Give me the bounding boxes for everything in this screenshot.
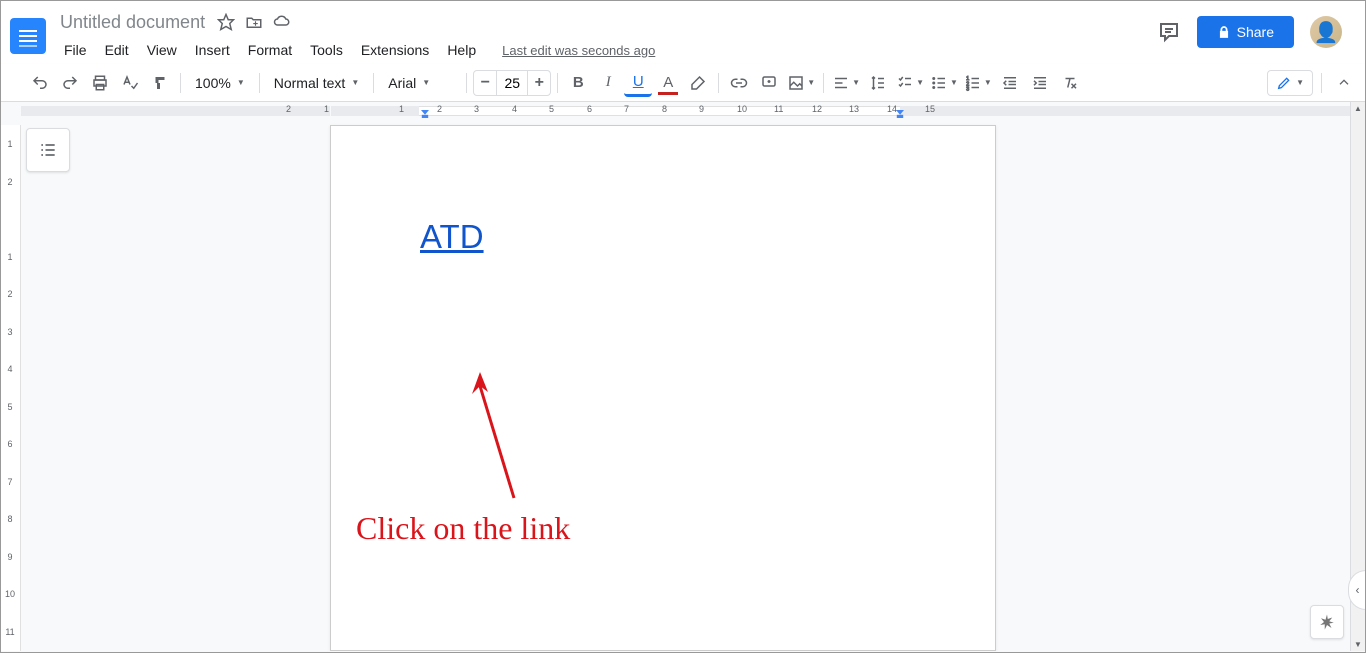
document-page[interactable]: ATD: [330, 125, 996, 651]
comment-button[interactable]: [755, 69, 783, 97]
vertical-ruler[interactable]: 1 2 1 2 3 4 5 6 7 8 9 10 11: [0, 125, 21, 651]
explore-button[interactable]: [1310, 605, 1344, 639]
menu-tools[interactable]: Tools: [302, 38, 351, 62]
line-spacing-button[interactable]: [864, 69, 892, 97]
document-title[interactable]: Untitled document: [56, 10, 209, 35]
menu-extensions[interactable]: Extensions: [353, 38, 437, 62]
highlight-button[interactable]: [684, 69, 712, 97]
spellcheck-button[interactable]: [116, 69, 144, 97]
outdent-button[interactable]: [996, 69, 1024, 97]
font-select[interactable]: Arial ▼: [380, 69, 460, 97]
zoom-select[interactable]: 100% ▼: [187, 69, 253, 97]
editing-mode-button[interactable]: ▼: [1267, 70, 1313, 96]
avatar[interactable]: 👤: [1310, 16, 1342, 48]
hide-menus-button[interactable]: [1330, 69, 1358, 97]
menu-file[interactable]: File: [56, 38, 95, 62]
chevron-down-icon: ▼: [422, 78, 430, 87]
undo-button[interactable]: [26, 69, 54, 97]
underline-button[interactable]: U: [624, 69, 652, 97]
paint-format-button[interactable]: [146, 69, 174, 97]
zoom-value: 100%: [195, 75, 231, 91]
chevron-down-icon: ▼: [351, 78, 359, 87]
font-size-decrease[interactable]: −: [474, 71, 496, 95]
pencil-icon: [1276, 75, 1292, 91]
docs-logo-icon[interactable]: [10, 18, 46, 54]
font-size-increase[interactable]: +: [528, 71, 550, 95]
clear-format-button[interactable]: [1056, 69, 1084, 97]
align-button[interactable]: ▼: [830, 69, 862, 97]
svg-text:3: 3: [966, 86, 969, 92]
left-indent-marker[interactable]: [420, 110, 430, 118]
font-value: Arial: [388, 75, 416, 91]
checklist-button[interactable]: ▼: [894, 69, 926, 97]
style-value: Normal text: [274, 75, 346, 91]
text-color-button[interactable]: A: [654, 69, 682, 97]
move-icon[interactable]: [245, 13, 263, 31]
menu-help[interactable]: Help: [439, 38, 484, 62]
menu-edit[interactable]: Edit: [97, 38, 137, 62]
print-button[interactable]: [86, 69, 114, 97]
menu-view[interactable]: View: [139, 38, 185, 62]
outline-button[interactable]: [26, 128, 70, 172]
numbered-list-button[interactable]: 123▼: [962, 69, 994, 97]
styles-select[interactable]: Normal text ▼: [266, 69, 368, 97]
chevron-down-icon: ▼: [237, 78, 245, 87]
share-label: Share: [1237, 24, 1274, 40]
font-size-input[interactable]: [496, 71, 528, 95]
italic-button[interactable]: I: [594, 69, 622, 97]
comments-icon[interactable]: [1157, 20, 1181, 44]
lock-icon: [1217, 25, 1231, 39]
hyperlink-text[interactable]: ATD: [420, 218, 484, 255]
cloud-icon[interactable]: [273, 13, 291, 31]
star-icon[interactable]: [217, 13, 235, 31]
link-button[interactable]: [725, 69, 753, 97]
bold-button[interactable]: B: [564, 69, 592, 97]
right-indent-marker[interactable]: [895, 110, 905, 118]
image-button[interactable]: ▼: [785, 69, 817, 97]
last-edit-link[interactable]: Last edit was seconds ago: [502, 43, 655, 58]
chevron-down-icon: ▼: [1296, 78, 1304, 87]
indent-button[interactable]: [1026, 69, 1054, 97]
horizontal-ruler[interactable]: 2 1 1 2 3 4 5 6 7 8 9 10 11 12 13 14 15: [0, 102, 1350, 125]
bullet-list-button[interactable]: ▼: [928, 69, 960, 97]
menu-format[interactable]: Format: [240, 38, 300, 62]
redo-button[interactable]: [56, 69, 84, 97]
share-button[interactable]: Share: [1197, 16, 1294, 48]
vertical-scrollbar[interactable]: [1350, 102, 1366, 651]
menu-insert[interactable]: Insert: [187, 38, 238, 62]
